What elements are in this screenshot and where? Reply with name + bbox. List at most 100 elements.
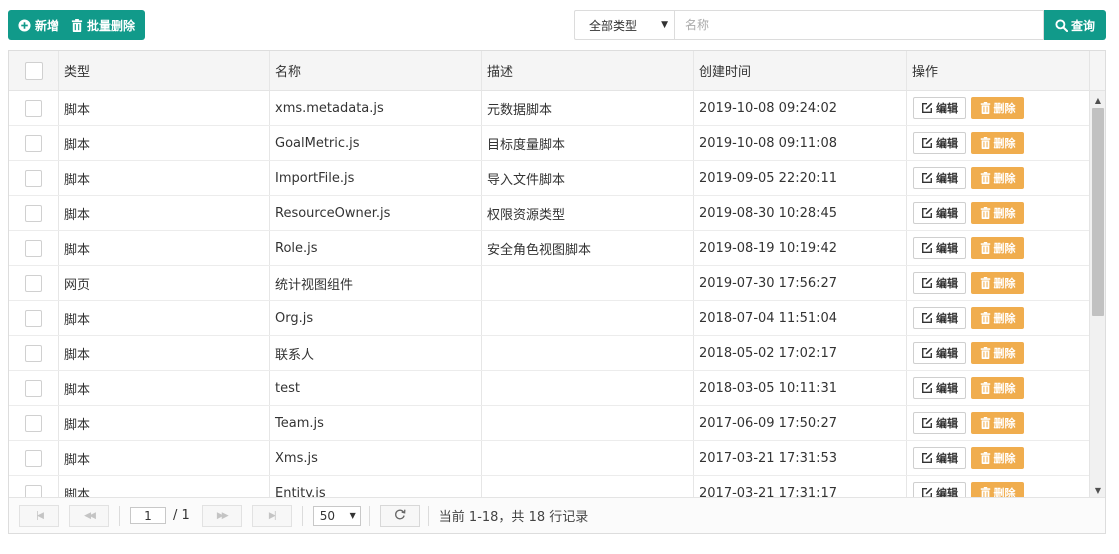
edit-button[interactable]: 编辑 [913, 447, 966, 469]
vertical-scrollbar[interactable]: ▲ ▼ [1089, 91, 1105, 497]
edit-button[interactable]: 编辑 [913, 167, 966, 189]
delete-button[interactable]: 删除 [971, 237, 1024, 259]
table-row[interactable]: 脚本 test 2018-03-05 10:11:31 编辑 删除 [9, 371, 1089, 406]
edit-button[interactable]: 编辑 [913, 132, 966, 154]
cell-name: Role.js [270, 231, 482, 265]
pagination-bar: |◀ ◀◀ / 1 ▶▶ ▶| 50 ▼ 当前 1-18，共 18 行记录 [9, 497, 1105, 533]
refresh-button[interactable] [379, 504, 420, 527]
edit-button-label: 编辑 [936, 277, 958, 290]
edit-button[interactable]: 编辑 [913, 412, 966, 434]
cell-description: 安全角色视图脚本 [482, 231, 694, 265]
last-page-icon: ▶| [268, 510, 277, 521]
cell-actions: 编辑 删除 [907, 476, 1089, 497]
trash-icon [980, 102, 991, 114]
trash-icon [71, 18, 83, 32]
column-header-created-time[interactable]: 创建时间 [694, 51, 907, 90]
row-checkbox[interactable] [25, 449, 42, 467]
select-all-checkbox[interactable] [24, 61, 43, 80]
trash-icon [980, 417, 991, 429]
grid-body: 脚本 xms.metadata.js 元数据脚本 2019-10-08 09:24:0… [9, 91, 1089, 497]
delete-button[interactable]: 删除 [971, 342, 1024, 364]
edit-button[interactable]: 编辑 [913, 202, 966, 224]
caret-down-icon: ▼ [349, 510, 356, 520]
table-row[interactable]: 脚本 xms.metadata.js 元数据脚本 2019-10-08 09:24:0… [9, 91, 1089, 126]
table-row[interactable]: 脚本 Role.js 安全角色视图脚本 2019-08-19 10:19:42 编辑 删除 [9, 231, 1089, 266]
row-checkbox[interactable] [25, 309, 42, 327]
delete-button[interactable]: 删除 [971, 272, 1024, 294]
row-select-cell [9, 371, 59, 405]
row-checkbox[interactable] [25, 99, 42, 117]
scroll-up-arrow-icon[interactable]: ▲ [1090, 93, 1106, 107]
cell-description: 元数据脚本 [482, 91, 694, 125]
edit-icon [921, 312, 933, 324]
table-row[interactable]: 脚本 联系人 2018-05-02 17:02:17 编辑 删除 [9, 336, 1089, 371]
edit-icon [921, 172, 933, 184]
edit-button[interactable]: 编辑 [913, 307, 966, 329]
next-page-button[interactable]: ▶▶ [201, 504, 242, 527]
delete-button[interactable]: 删除 [971, 412, 1024, 434]
edit-button[interactable]: 编辑 [913, 272, 966, 294]
row-checkbox[interactable] [25, 414, 42, 432]
row-checkbox[interactable] [25, 484, 42, 497]
name-search-input[interactable] [674, 10, 1044, 40]
delete-button[interactable]: 删除 [971, 482, 1024, 497]
cell-description: 权限资源类型 [482, 196, 694, 230]
row-checkbox[interactable] [25, 204, 42, 222]
edit-button[interactable]: 编辑 [913, 482, 966, 497]
delete-button[interactable]: 删除 [971, 202, 1024, 224]
delete-button[interactable]: 删除 [971, 167, 1024, 189]
delete-button[interactable]: 删除 [971, 377, 1024, 399]
edit-icon [921, 102, 933, 114]
page-number-input[interactable] [130, 507, 166, 524]
edit-button[interactable]: 编辑 [913, 97, 966, 119]
edit-icon [921, 382, 933, 394]
pager-divider [301, 505, 303, 526]
row-checkbox[interactable] [25, 239, 42, 257]
search-button-label: 查询 [1070, 18, 1095, 33]
trash-icon [980, 487, 991, 497]
cell-actions: 编辑 删除 [907, 441, 1089, 475]
batch-delete-button[interactable]: 批量删除 [69, 10, 145, 40]
delete-button[interactable]: 删除 [971, 447, 1024, 469]
cell-actions: 编辑 删除 [907, 196, 1089, 230]
row-checkbox[interactable] [25, 274, 42, 292]
search-button[interactable]: 查询 [1044, 10, 1106, 40]
row-checkbox[interactable] [25, 134, 42, 152]
cell-type: 脚本 [59, 126, 270, 160]
table-row[interactable]: 脚本 Xms.js 2017-03-21 17:31:53 编辑 删除 [9, 441, 1089, 476]
table-row[interactable]: 网页 统计视图组件 2019-07-30 17:56:27 编辑 删除 [9, 266, 1089, 301]
column-header-name[interactable]: 名称 [270, 51, 482, 90]
column-header-type[interactable]: 类型 [59, 51, 270, 90]
table-row[interactable]: 脚本 ImportFile.js 导入文件脚本 2019-09-05 22:20:11… [9, 161, 1089, 196]
page-size-select[interactable]: 50 ▼ [312, 505, 361, 526]
row-checkbox[interactable] [25, 169, 42, 187]
scrollbar-thumb[interactable] [1092, 108, 1104, 316]
row-checkbox[interactable] [25, 344, 42, 362]
column-header-description[interactable]: 描述 [482, 51, 694, 90]
edit-button[interactable]: 编辑 [913, 342, 966, 364]
toolbar: 新增 批量删除 全部类型 ▼ 查询 [8, 10, 1106, 40]
table-row[interactable]: 脚本 GoalMetric.js 目标度量脚本 2019-10-08 09:11:08… [9, 126, 1089, 161]
edit-button[interactable]: 编辑 [913, 237, 966, 259]
delete-button-label: 删除 [993, 312, 1016, 325]
delete-button-label: 删除 [993, 347, 1016, 360]
delete-button[interactable]: 删除 [971, 132, 1024, 154]
type-filter-select[interactable]: 全部类型 ▼ [574, 10, 674, 40]
table-row[interactable]: 脚本 Team.js 2017-06-09 17:50:27 编辑 删除 [9, 406, 1089, 441]
table-row[interactable]: 脚本 Org.js 2018-07-04 11:51:04 编辑 删除 [9, 301, 1089, 336]
table-row[interactable]: 脚本 Entity.js 2017-03-21 17:31:17 编辑 删除 [9, 476, 1089, 497]
edit-button[interactable]: 编辑 [913, 377, 966, 399]
row-select-cell [9, 476, 59, 497]
header-select-cell [9, 51, 59, 90]
table-row[interactable]: 脚本 ResourceOwner.js 权限资源类型 2019-08-30 10:28… [9, 196, 1089, 231]
last-page-button[interactable]: ▶| [251, 504, 292, 527]
delete-button[interactable]: 删除 [971, 97, 1024, 119]
caret-down-icon: ▼ [661, 20, 668, 30]
row-checkbox[interactable] [25, 379, 42, 397]
prev-page-button[interactable]: ◀◀ [69, 504, 109, 527]
delete-button[interactable]: 删除 [971, 307, 1024, 329]
scroll-down-arrow-icon[interactable]: ▼ [1090, 483, 1106, 497]
first-page-button[interactable]: |◀ [19, 504, 59, 527]
add-button[interactable]: 新增 [8, 10, 69, 40]
cell-description [482, 266, 694, 300]
